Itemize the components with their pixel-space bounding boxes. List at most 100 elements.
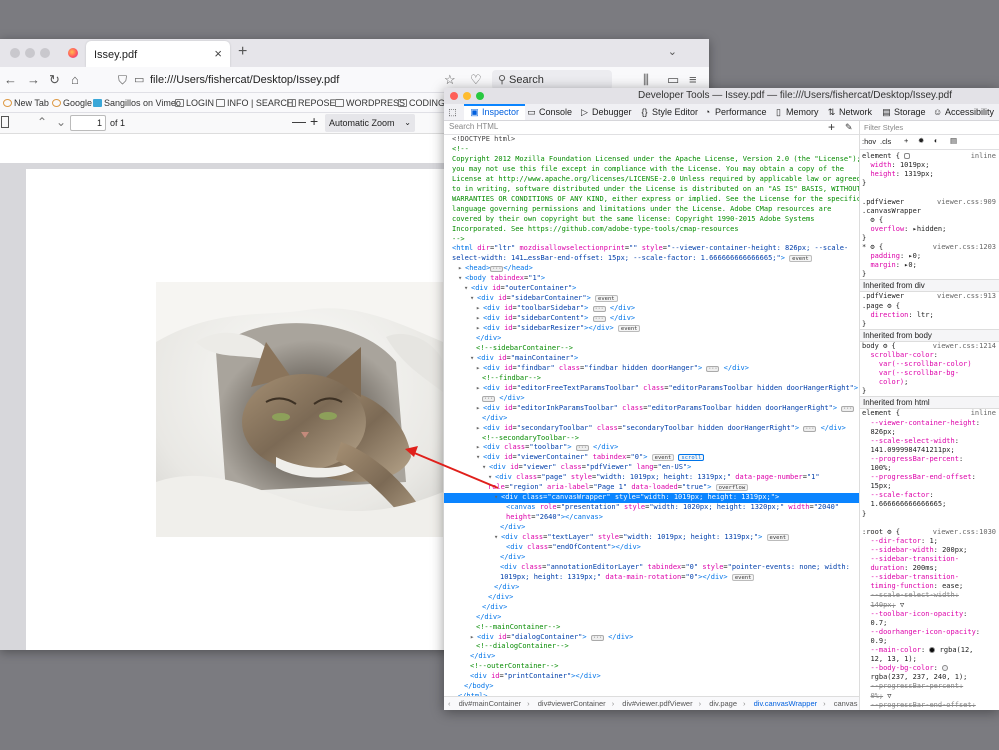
css-rule-line[interactable]: --viewer-container-height:	[860, 419, 999, 428]
html-node-line[interactable]: </div>	[444, 414, 859, 424]
html-node-line[interactable]: <div id="printContainer"></div>	[444, 672, 859, 682]
breadcrumb-item[interactable]: div#viewerContainer	[538, 697, 606, 710]
css-rule-line[interactable]: var(--scrollbar-bg-	[860, 369, 999, 378]
html-node-line[interactable]: <div class="endOfContent"></div>	[444, 543, 859, 553]
css-rule-line[interactable]: }	[860, 510, 999, 519]
html-node-line[interactable]: ▾ <div class="textLayer" style="width: 10…	[444, 533, 859, 543]
css-rule-line[interactable]: scrollbar-color:	[860, 351, 999, 360]
css-rule-line[interactable]: }	[860, 179, 999, 188]
pocket-icon[interactable]: ♡	[470, 72, 482, 88]
tab-style-editor[interactable]: {} Style Editor	[640, 104, 698, 120]
html-node-line[interactable]: height="2640"></canvas>	[444, 513, 859, 523]
css-rule-line[interactable]: 0.9;	[860, 637, 999, 646]
css-rule-line[interactable]: --main-color: rgba(12,	[860, 646, 999, 655]
shield-icon[interactable]: ⛉	[118, 73, 127, 88]
html-node-line[interactable]: <!--	[444, 145, 859, 155]
tab-memory[interactable]: ▯ Memory	[774, 104, 819, 120]
eyedropper-icon[interactable]: ✎	[845, 122, 853, 133]
sidebar-toggle-icon[interactable]	[1, 116, 9, 128]
css-rule-line[interactable]: --scale-factor:	[860, 491, 999, 500]
html-node-line[interactable]: </div>	[444, 603, 859, 613]
html-node-line[interactable]: ▸ <div id="sidebarResizer"></div> event	[444, 324, 859, 334]
html-node-line[interactable]: ··· </div>	[444, 394, 859, 404]
tab-storage[interactable]: ▤ Storage	[882, 104, 925, 120]
css-rule-line[interactable]: --progressBar-percent:	[860, 455, 999, 464]
bookmark-folder-info[interactable]: INFO | SEARCH	[216, 98, 293, 108]
forward-icon[interactable]: →	[27, 72, 40, 87]
html-search-input[interactable]: Search HTML	[449, 122, 498, 131]
create-node-button[interactable]: +	[828, 120, 835, 134]
css-rule-line[interactable]: timing-function: ease;	[860, 582, 999, 591]
reload-icon[interactable]: ↻	[49, 72, 60, 88]
breadcrumb-item[interactable]: div#mainContainer	[459, 697, 522, 710]
back-icon[interactable]: ←	[4, 72, 17, 87]
css-rule-line[interactable]: element { inline	[860, 152, 999, 161]
bookmark-folder-coding[interactable]: CODING	[398, 98, 445, 108]
html-node-selected[interactable]: ▾ <div class="canvasWrapper" style="width…	[444, 493, 859, 504]
css-rule-line[interactable]: body ⚙ {viewer.css:1214	[860, 342, 999, 351]
css-rule-line[interactable]: --progressBar-end-offset:	[860, 701, 999, 710]
filter-styles-input[interactable]: Filter Styles	[864, 123, 903, 132]
previous-page-icon[interactable]: ⌃	[37, 115, 47, 129]
next-page-icon[interactable]: ⌄	[56, 115, 66, 129]
css-rule-line[interactable]: element {inline	[860, 409, 999, 418]
new-tab-button[interactable]: +	[238, 43, 247, 61]
css-rule-line[interactable]: 140px; ▽	[860, 601, 999, 610]
html-node-line[interactable]: <!--dialogContainer-->	[444, 642, 859, 652]
css-rule-line[interactable]: }	[860, 387, 999, 396]
breadcrumb-item[interactable]: div.page	[709, 697, 737, 710]
tab-issey-pdf[interactable]: Issey.pdf ×	[86, 41, 230, 67]
html-node-line[interactable]: ▾ <body tabindex="1">	[444, 274, 859, 284]
light-theme-icon[interactable]: ✹	[918, 136, 924, 145]
css-rule-line[interactable]: * ⚙ {viewer.css:1203	[860, 243, 999, 252]
html-node-line[interactable]: ▸ <div id="dialogContainer"> ··· </div>	[444, 633, 859, 643]
css-rule-line[interactable]: 100%;	[860, 464, 999, 473]
css-rule-line[interactable]: .canvasWrapper	[860, 207, 999, 216]
html-node-line[interactable]: Copyright 2012 Mozilla Foundation Licens…	[444, 155, 859, 165]
search-box[interactable]: ⚲ Search	[492, 70, 612, 90]
html-node-line[interactable]: </div>	[444, 334, 859, 344]
html-node-line[interactable]: select-width: 141…essBar-end-offset: 15p…	[444, 254, 859, 264]
css-rule-line[interactable]: --progressBar-end-offset:	[860, 473, 999, 482]
tab-inspector[interactable]: ▣ Inspector	[464, 104, 526, 120]
css-rule-line[interactable]: }	[860, 320, 999, 329]
html-node-line[interactable]: WARRANTIES OR CONDITIONS OF ANY KIND, ei…	[444, 195, 859, 205]
print-simulation-icon[interactable]: ▤	[950, 136, 957, 145]
html-node-line[interactable]: ▸ <head> ··· </head>	[444, 264, 859, 274]
bookmark-vimeo[interactable]: Sangillos on Vimeo	[93, 98, 181, 108]
breadcrumb-item[interactable]: div#viewer.pdfViewer	[622, 697, 692, 710]
html-node-line[interactable]: </div>	[444, 523, 859, 533]
html-node-line[interactable]: <!--findbar-->	[444, 374, 859, 384]
css-rule-line[interactable]: duration: 200ms;	[860, 564, 999, 573]
html-node-line[interactable]: <div class="annotationEditorLayer" tabin…	[444, 563, 859, 573]
css-rule-line[interactable]: ⚙ {	[860, 216, 999, 225]
html-node-line[interactable]: </div>	[444, 583, 859, 593]
html-node-line[interactable]: 1019px; height: 1319px;" data-main-rotat…	[444, 573, 859, 583]
url-bar[interactable]: ⛉ ▭ file:///Users/fishercat/Desktop/Isse…	[112, 70, 414, 91]
css-rule-line[interactable]: .pdfViewer viewer.css:913	[860, 292, 999, 301]
css-rule-line[interactable]: --scale-select-width:	[860, 437, 999, 446]
css-rule-line[interactable]: 0.7;	[860, 619, 999, 628]
css-rule-line[interactable]: margin: ▸0;	[860, 261, 999, 270]
html-node-line[interactable]: ▸ <div class="toolbar"> ··· </div>	[444, 443, 859, 453]
html-node-line[interactable]: role="region" aria-label="Page 1" data-l…	[444, 483, 859, 493]
reader-icon[interactable]: ▭	[667, 72, 679, 88]
css-rule-line[interactable]: 15px;	[860, 482, 999, 491]
close-tab-icon[interactable]: ×	[214, 46, 222, 61]
css-rule-line[interactable]: padding: ▸0;	[860, 252, 999, 261]
css-rule-line[interactable]: 141.0999984741211px;	[860, 446, 999, 455]
css-rule-line[interactable]: overflow: ▸hidden;	[860, 225, 999, 234]
css-rule-line[interactable]: 12, 13, 1);	[860, 655, 999, 664]
css-rule-line[interactable]: --toolbar-icon-opacity:	[860, 610, 999, 619]
close-window-button[interactable]	[10, 48, 20, 58]
html-node-line[interactable]: ▸ <div id="secondaryToolbar" class="secon…	[444, 424, 859, 434]
css-rule-line[interactable]: 826px;	[860, 428, 999, 437]
url-text[interactable]: file:///Users/fishercat/Desktop/Issey.pd…	[150, 74, 339, 86]
firefox-view-icon[interactable]	[68, 48, 78, 58]
tab-network[interactable]: ⇅ Network	[827, 104, 872, 120]
html-node-line[interactable]: <!--outerContainer-->	[444, 662, 859, 672]
html-node-line[interactable]: ▸ <div id="editorInkParamsToolbar" class=…	[444, 404, 859, 414]
html-node-line[interactable]: </div>	[444, 553, 859, 563]
tab-debugger[interactable]: ▷ Debugger	[580, 104, 632, 120]
html-node-line[interactable]: </div>	[444, 652, 859, 662]
